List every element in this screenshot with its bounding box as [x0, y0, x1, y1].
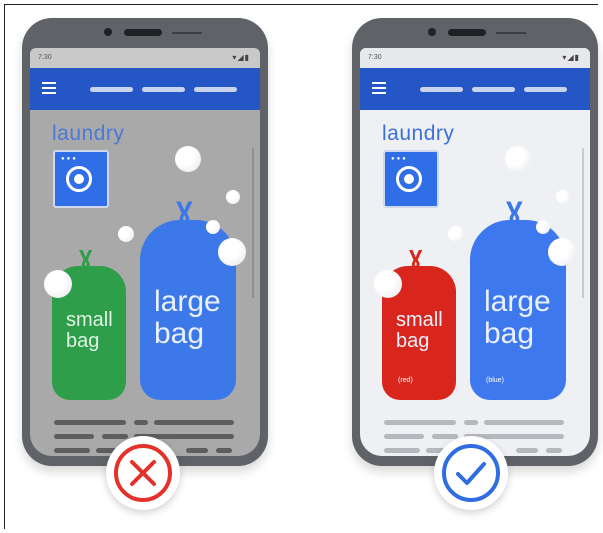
status-bar: 7:30 ▾◢▮ [30, 48, 260, 68]
status-bar: 7:30 ▾◢▮ [360, 48, 590, 68]
status-time: 7:30 [368, 54, 382, 61]
bubble-decoration [218, 238, 246, 266]
nav-item-1[interactable] [90, 87, 133, 92]
text-placeholder [546, 448, 562, 453]
app-bar [30, 68, 260, 110]
bubble-decoration [226, 190, 240, 204]
text-placeholder [384, 434, 424, 439]
text-placeholder [186, 448, 208, 453]
scrollbar[interactable] [582, 148, 584, 298]
large-bag-label: large bag [484, 285, 551, 350]
text-placeholder [134, 420, 148, 425]
correct-badge [434, 436, 508, 510]
bubble-decoration [374, 270, 402, 298]
speaker-grille [124, 29, 162, 36]
notch-line [496, 32, 526, 34]
hamburger-menu-icon[interactable] [372, 82, 386, 94]
large-bag-tie-icon: ɣ [176, 191, 193, 224]
status-icons: ▾◢▮ [562, 53, 580, 62]
phone-screen: 7:30 ▾◢▮ laundry ●●● ɣ small bag (red) ɣ… [360, 48, 590, 456]
app-bar [360, 68, 590, 110]
text-placeholder [484, 420, 564, 425]
bubble-decoration [505, 146, 531, 172]
cross-icon [130, 460, 156, 486]
checkmark-icon [456, 462, 486, 485]
bubble-decoration [175, 146, 201, 172]
bubble-decoration [206, 220, 220, 234]
washing-machine-icon: ●●● [383, 150, 439, 208]
small-bag-label: small bag [66, 309, 113, 352]
bubble-decoration [548, 238, 576, 266]
page-title: laundry [382, 122, 455, 145]
speaker-grille [448, 29, 486, 36]
phone-incorrect-example: 7:30 ▾◢▮ laundry ●●● ɣ small bag ɣ large… [22, 18, 268, 466]
large-bag-color-tag: (blue) [486, 377, 504, 384]
text-placeholder [516, 448, 538, 453]
text-placeholder [54, 420, 126, 425]
status-icons: ▾◢▮ [232, 53, 250, 62]
nav-item-3[interactable] [194, 87, 237, 92]
scrollbar[interactable] [252, 148, 254, 298]
bubble-decoration [118, 226, 134, 242]
text-placeholder [464, 420, 478, 425]
phone-correct-example: 7:30 ▾◢▮ laundry ●●● ɣ small bag (red) ɣ… [352, 18, 598, 466]
text-placeholder [54, 434, 94, 439]
large-bag-tie-icon: ɣ [506, 191, 523, 224]
nav-item-2[interactable] [142, 87, 185, 92]
camera-dot [104, 28, 112, 36]
incorrect-badge [106, 436, 180, 510]
text-placeholder [216, 448, 232, 453]
nav-item-1[interactable] [420, 87, 463, 92]
bubble-decoration [556, 190, 570, 204]
bubble-decoration [536, 220, 550, 234]
camera-dot [428, 28, 436, 36]
small-bag-tie-icon: ɣ [79, 242, 93, 269]
page-title: laundry [52, 122, 125, 145]
status-time: 7:30 [38, 54, 52, 61]
washing-machine-icon: ●●● [53, 150, 109, 208]
bubble-decoration [44, 270, 72, 298]
text-placeholder [54, 448, 90, 453]
phone-screen: 7:30 ▾◢▮ laundry ●●● ɣ small bag ɣ large… [30, 48, 260, 456]
text-placeholder [384, 448, 420, 453]
notch-line [172, 32, 202, 34]
nav-item-3[interactable] [524, 87, 567, 92]
hamburger-menu-icon[interactable] [42, 82, 56, 94]
text-placeholder [154, 420, 234, 425]
large-bag-label: large bag [154, 285, 221, 350]
small-bag-tie-icon: ɣ [409, 242, 423, 269]
nav-item-2[interactable] [472, 87, 515, 92]
bubble-decoration [448, 226, 464, 242]
text-placeholder [384, 420, 456, 425]
small-bag-label: small bag [396, 309, 443, 352]
small-bag-color-tag: (red) [398, 377, 413, 384]
